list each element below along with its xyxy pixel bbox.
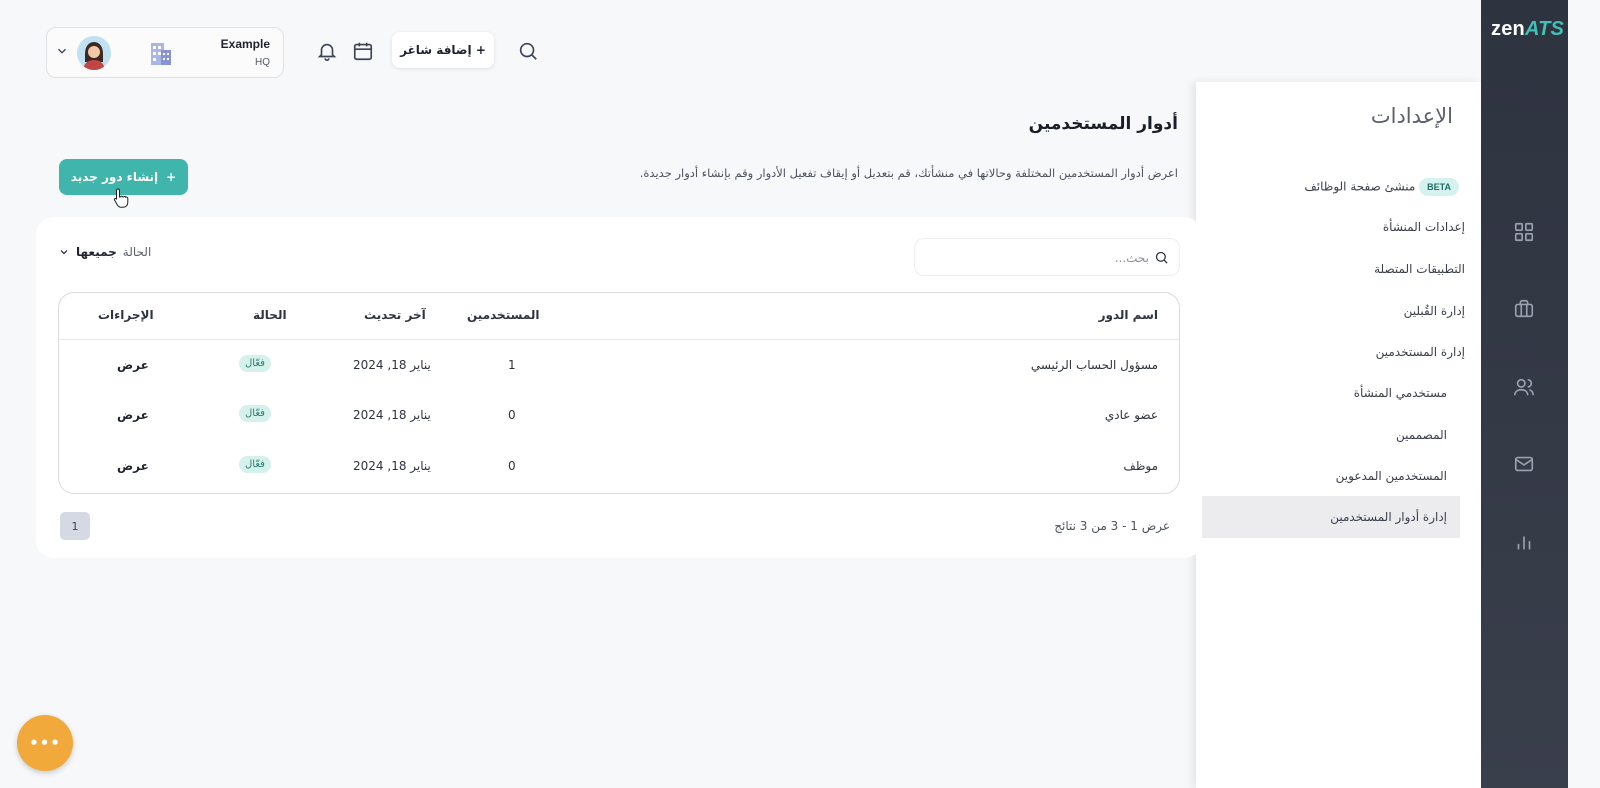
account-branch: HQ	[255, 57, 270, 68]
status-badge: فعّال	[239, 405, 271, 422]
view-role-link[interactable]: عرض	[117, 459, 149, 473]
briefcase-icon[interactable]	[1511, 296, 1537, 322]
settings-item-jobs-page-builder[interactable]: BETA منشئ صفحة الوظائف	[1304, 178, 1465, 196]
column-header-users[interactable]: المستخدمين	[467, 308, 539, 322]
settings-item-designers[interactable]: المصممين	[1396, 428, 1447, 442]
role-name: مسؤول الحساب الرئيسي	[1030, 358, 1158, 372]
plus-icon: +	[166, 170, 177, 184]
settings-panel: الإعدادات BETA منشئ صفحة الوظائف إعدادات…	[1196, 82, 1481, 788]
updated-date: يناير 18, 2024	[353, 408, 431, 422]
chevron-down-icon	[60, 250, 68, 255]
table-row[interactable]: مسؤول الحساب الرئيسي 1 يناير 18, 2024 فع…	[59, 340, 1179, 391]
logo-accent-text: ATS	[1524, 18, 1565, 40]
building-icon	[151, 43, 171, 65]
status-filter[interactable]: الحالة جميعها	[58, 245, 151, 259]
view-role-link[interactable]: عرض	[117, 358, 149, 372]
column-header-status[interactable]: الحالة	[253, 308, 287, 322]
settings-item-candidates[interactable]: إدارة القُبلين	[1404, 304, 1465, 318]
add-job-button[interactable]: + إضافة شاغر	[392, 32, 494, 68]
table-row[interactable]: عضو عادي 0 يناير 18, 2024 فعّال عرض	[59, 391, 1179, 442]
app-rail: zenATS	[1481, 0, 1568, 788]
page-title: أدوار المستخدمين	[1028, 114, 1178, 134]
bar-chart-icon[interactable]	[1511, 529, 1537, 555]
role-name: عضو عادي	[1104, 408, 1158, 422]
column-header-actions: الإجراءات	[98, 308, 154, 322]
search-icon	[1155, 251, 1168, 264]
dashboard-icon[interactable]	[1511, 219, 1537, 245]
updated-date: يناير 18, 2024	[353, 459, 431, 473]
search-input[interactable]	[949, 247, 1149, 269]
settings-title: الإعدادات	[1370, 104, 1453, 128]
column-header-updated[interactable]: آخر تحديث	[364, 308, 426, 322]
status-badge: فعّال	[239, 355, 271, 372]
avatar	[77, 36, 111, 70]
zenats-logo[interactable]: zenATS	[1491, 18, 1564, 41]
more-dots-icon: •••	[29, 734, 61, 752]
role-name: موظف	[1123, 459, 1158, 473]
menu-item-label: منشئ صفحة الوظائف	[1304, 179, 1416, 194]
settings-item-user-management[interactable]: إدارة المستخدمين	[1376, 345, 1465, 359]
updated-date: يناير 18, 2024	[353, 358, 431, 372]
chevron-down-icon	[58, 48, 66, 54]
create-role-label: إنشاء دور جديد	[70, 170, 159, 184]
bell-icon[interactable]	[316, 40, 340, 64]
settings-item-organization[interactable]: إعدادات المنشأة	[1383, 220, 1465, 234]
search-icon[interactable]	[517, 40, 541, 64]
account-name: Example	[220, 37, 270, 51]
status-filter-label: الحالة	[122, 245, 152, 259]
hand-cursor-icon	[113, 188, 129, 208]
table-row[interactable]: موظف 0 يناير 18, 2024 فعّال عرض	[59, 442, 1179, 493]
roles-table: اسم الدور المستخدمين آخر تحديث الحالة ال…	[58, 292, 1180, 494]
search-field[interactable]	[914, 238, 1180, 276]
account-switcher[interactable]: Example HQ	[46, 27, 284, 78]
view-role-link[interactable]: عرض	[117, 408, 149, 422]
roles-card: الحالة جميعها اسم الدور المستخدمين آخر ت…	[36, 217, 1202, 558]
users-icon[interactable]	[1511, 374, 1537, 400]
table-header: اسم الدور المستخدمين آخر تحديث الحالة ال…	[59, 293, 1179, 340]
status-filter-value: جميعها	[76, 245, 117, 259]
logo-text: zen	[1491, 18, 1525, 40]
results-summary: عرض 1 - 3 من 3 نتائج	[1054, 519, 1170, 533]
calendar-icon[interactable]	[352, 40, 376, 64]
settings-item-org-users[interactable]: مستخدمي المنشأة	[1354, 386, 1447, 400]
chat-fab-button[interactable]: •••	[17, 715, 73, 771]
mail-icon[interactable]	[1511, 451, 1537, 477]
status-badge: فعّال	[239, 456, 271, 473]
page-description: اعرض أدوار المستخدمين المختلفة وحالاتها …	[639, 166, 1178, 180]
beta-badge: BETA	[1419, 178, 1459, 196]
menu-item-label: إدارة أدوار المستخدمين	[1330, 510, 1447, 524]
column-header-role[interactable]: اسم الدور	[1099, 308, 1158, 322]
pagination-page-button[interactable]: 1	[60, 512, 90, 540]
users-count: 0	[508, 459, 516, 473]
settings-item-integrations[interactable]: التطبيقات المتصلة	[1374, 262, 1465, 276]
users-count: 1	[508, 358, 516, 372]
settings-item-user-roles[interactable]: إدارة أدوار المستخدمين	[1196, 496, 1460, 538]
settings-item-invited-users[interactable]: المستخدمين المدعوين	[1336, 469, 1447, 483]
users-count: 0	[508, 408, 516, 422]
